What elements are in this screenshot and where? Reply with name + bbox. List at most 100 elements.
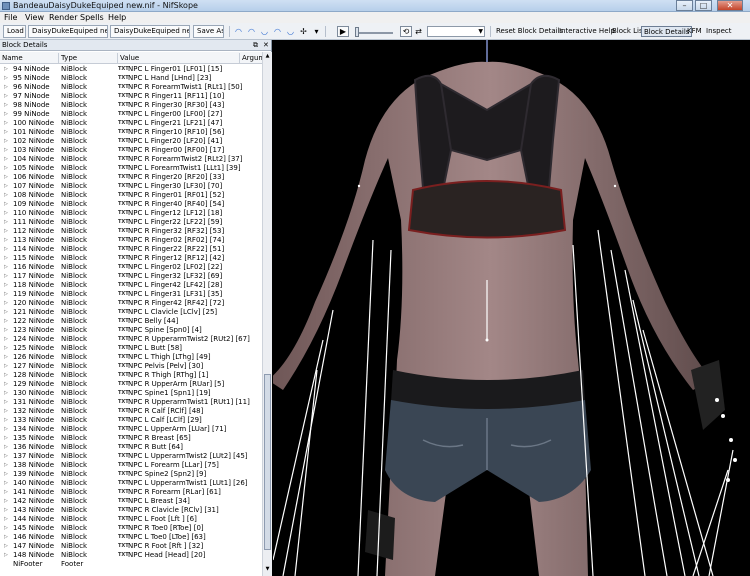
table-row[interactable]: ▷ 127 NiNode NiBlock TXT NPC Pelvis [Pelv] [… <box>0 362 262 371</box>
expand-icon[interactable]: ▷ <box>4 155 8 164</box>
expand-icon[interactable]: ▷ <box>4 209 8 218</box>
perspective-icon[interactable]: ✢ <box>299 27 308 36</box>
expand-icon[interactable]: ▷ <box>4 254 8 263</box>
expand-icon[interactable]: ▷ <box>4 407 8 416</box>
expand-icon[interactable]: ▷ <box>4 128 8 137</box>
table-row[interactable]: ▷ 125 NiNode NiBlock TXT NPC L Butt [58] <box>0 344 262 353</box>
table-row[interactable]: ▷ 106 NiNode NiBlock TXT NPC R Finger20 [RF2… <box>0 173 262 182</box>
kfm-button[interactable]: KFM <box>685 26 704 37</box>
expand-icon[interactable]: ▷ <box>4 290 8 299</box>
float-panel-icon[interactable]: ⧉ <box>253 40 258 51</box>
save-as-button[interactable]: Save As <box>193 25 224 38</box>
table-row[interactable]: ▷ 108 NiNode NiBlock TXT NPC R Finger01 [RF0… <box>0 191 262 200</box>
table-row[interactable]: ▷ 137 NiNode NiBlock TXT NPC L UpperarmTwist… <box>0 452 262 461</box>
save-file-field[interactable]: DaisyDukeEquiped new.nif <box>110 25 190 38</box>
column-type[interactable]: Type <box>61 54 77 62</box>
expand-icon[interactable]: ▷ <box>4 245 8 254</box>
table-row[interactable]: ▷ 119 NiNode NiBlock TXT NPC L Finger31 [LF3… <box>0 290 262 299</box>
table-row[interactable]: ▷ 111 NiNode NiBlock TXT NPC L Finger22 [LF2… <box>0 218 262 227</box>
expand-icon[interactable]: ▷ <box>4 506 8 515</box>
expand-icon[interactable]: ▷ <box>4 335 8 344</box>
table-row[interactable]: ▷ 123 NiNode NiBlock TXT NPC Spine [Spn0] [4… <box>0 326 262 335</box>
expand-icon[interactable]: ▷ <box>4 137 8 146</box>
animation-select[interactable]: ▼ <box>427 26 485 37</box>
expand-icon[interactable]: ▷ <box>4 389 8 398</box>
loop-icon[interactable]: ⟲ <box>400 26 412 37</box>
expand-icon[interactable]: ▷ <box>4 524 8 533</box>
table-row[interactable]: ▷ 117 NiNode NiBlock TXT NPC L Finger32 [LF3… <box>0 272 262 281</box>
expand-icon[interactable]: ▷ <box>4 74 8 83</box>
table-row[interactable]: ▷ 101 NiNode NiBlock TXT NPC R Finger10 [RF1… <box>0 128 262 137</box>
vertical-scrollbar[interactable]: ▲ ▼ <box>262 52 272 576</box>
table-row[interactable]: ▷ 139 NiNode NiBlock TXT NPC Spine2 [Spn2] [… <box>0 470 262 479</box>
top-view-icon[interactable]: ◡ <box>286 27 295 36</box>
column-name[interactable]: Name <box>2 54 23 62</box>
expand-icon[interactable]: ▷ <box>4 119 8 128</box>
expand-icon[interactable]: ▷ <box>4 65 8 74</box>
expand-icon[interactable]: ▷ <box>4 263 8 272</box>
close-panel-icon[interactable]: ✕ <box>263 40 269 51</box>
menu-spells[interactable]: Spells <box>80 13 104 22</box>
table-row[interactable]: ▷ 95 NiNode NiBlock TXT NPC L Hand [LHnd] [2… <box>0 74 262 83</box>
table-row[interactable]: ▷ 128 NiNode NiBlock TXT NPC R Thigh [RThg] … <box>0 371 262 380</box>
expand-icon[interactable]: ▷ <box>4 317 8 326</box>
table-row[interactable]: ▷ 107 NiNode NiBlock TXT NPC L Finger30 [LF3… <box>0 182 262 191</box>
menu-file[interactable]: File <box>4 13 17 22</box>
expand-icon[interactable]: ▷ <box>4 362 8 371</box>
table-row[interactable]: ▷ 146 NiNode NiBlock TXT NPC L Toe0 [LToe] [… <box>0 533 262 542</box>
table-row[interactable]: ▷ 114 NiNode NiBlock TXT NPC R Finger22 [RF2… <box>0 245 262 254</box>
table-row[interactable]: ▷ 142 NiNode NiBlock TXT NPC L Breast [34] <box>0 497 262 506</box>
column-divider[interactable] <box>239 53 240 63</box>
table-row[interactable]: ▷ 124 NiNode NiBlock TXT NPC R UpperarmTwist… <box>0 335 262 344</box>
expand-icon[interactable]: ▷ <box>4 173 8 182</box>
table-row[interactable]: ▷ 138 NiNode NiBlock TXT NPC L Forearm [LLar… <box>0 461 262 470</box>
table-row[interactable]: ▷ 97 NiNode NiBlock TXT NPC R Finger11 [RF11… <box>0 92 262 101</box>
side-view-icon[interactable]: ◠ <box>273 27 282 36</box>
expand-icon[interactable]: ▷ <box>4 497 8 506</box>
flip-view-icon[interactable]: ◠ <box>234 27 243 36</box>
menu-help[interactable]: Help <box>108 13 126 22</box>
expand-icon[interactable]: ▷ <box>4 470 8 479</box>
rotate-view-icon[interactable]: ◠ <box>247 27 256 36</box>
expand-icon[interactable]: ▷ <box>4 182 8 191</box>
table-row[interactable]: ▷ 143 NiNode NiBlock TXT NPC R Clavicle [RCl… <box>0 506 262 515</box>
table-row[interactable]: ▷ 102 NiNode NiBlock TXT NPC L Finger20 [LF2… <box>0 137 262 146</box>
column-divider[interactable] <box>58 53 59 63</box>
table-row[interactable]: ▷ 136 NiNode NiBlock TXT NPC R Butt [64] <box>0 443 262 452</box>
expand-icon[interactable]: ▷ <box>4 371 8 380</box>
table-row[interactable]: ▷ 147 NiNode NiBlock TXT NPC R Foot [Rft ] [… <box>0 542 262 551</box>
table-row[interactable]: NiFooter Footer <box>0 560 262 569</box>
table-row[interactable]: ▷ 133 NiNode NiBlock TXT NPC L Calf [LClf] [… <box>0 416 262 425</box>
expand-icon[interactable]: ▷ <box>4 236 8 245</box>
table-row[interactable]: ▷ 131 NiNode NiBlock TXT NPC R UpperarmTwist… <box>0 398 262 407</box>
table-row[interactable]: ▷ 144 NiNode NiBlock TXT NPC L Foot [Lft ] [… <box>0 515 262 524</box>
scrollbar-thumb[interactable] <box>264 374 271 550</box>
expand-icon[interactable]: ▷ <box>4 110 8 119</box>
expand-icon[interactable]: ▷ <box>4 344 8 353</box>
column-divider[interactable] <box>117 53 118 63</box>
expand-icon[interactable]: ▷ <box>4 164 8 173</box>
reset-block-details-button[interactable]: Reset Block Details <box>494 26 565 37</box>
table-row[interactable]: ▷ 145 NiNode NiBlock TXT NPC R Toe0 [RToe] [… <box>0 524 262 533</box>
table-row[interactable]: ▷ 109 NiNode NiBlock TXT NPC R Finger40 [RF4… <box>0 200 262 209</box>
expand-icon[interactable]: ▷ <box>4 299 8 308</box>
expand-icon[interactable]: ▷ <box>4 452 8 461</box>
dropdown-arrow-icon[interactable]: ▾ <box>312 27 321 36</box>
scroll-down-icon[interactable]: ▼ <box>264 566 271 572</box>
table-row[interactable]: ▷ 118 NiNode NiBlock TXT NPC L Finger42 [LF4… <box>0 281 262 290</box>
expand-icon[interactable]: ▷ <box>4 398 8 407</box>
expand-icon[interactable]: ▷ <box>4 191 8 200</box>
table-row[interactable]: ▷ 134 NiNode NiBlock TXT NPC L UpperArm [LUa… <box>0 425 262 434</box>
table-row[interactable]: ▷ 115 NiNode NiBlock TXT NPC R Finger12 [RF1… <box>0 254 262 263</box>
maximize-button[interactable]: □ <box>695 0 712 11</box>
close-button[interactable]: ✕ <box>717 0 743 11</box>
expand-icon[interactable]: ▷ <box>4 281 8 290</box>
expand-icon[interactable]: ▷ <box>4 479 8 488</box>
table-row[interactable]: ▷ 132 NiNode NiBlock TXT NPC R Calf [RClf] [… <box>0 407 262 416</box>
front-view-icon[interactable]: ◡ <box>260 27 269 36</box>
expand-icon[interactable]: ▷ <box>4 272 8 281</box>
table-row[interactable]: ▷ 129 NiNode NiBlock TXT NPC R UpperArm [RUa… <box>0 380 262 389</box>
table-row[interactable]: ▷ 135 NiNode NiBlock TXT NPC R Breast [65] <box>0 434 262 443</box>
animation-slider-thumb[interactable] <box>355 27 359 37</box>
table-row[interactable]: ▷ 122 NiNode NiBlock TXT NPC Belly [44] <box>0 317 262 326</box>
